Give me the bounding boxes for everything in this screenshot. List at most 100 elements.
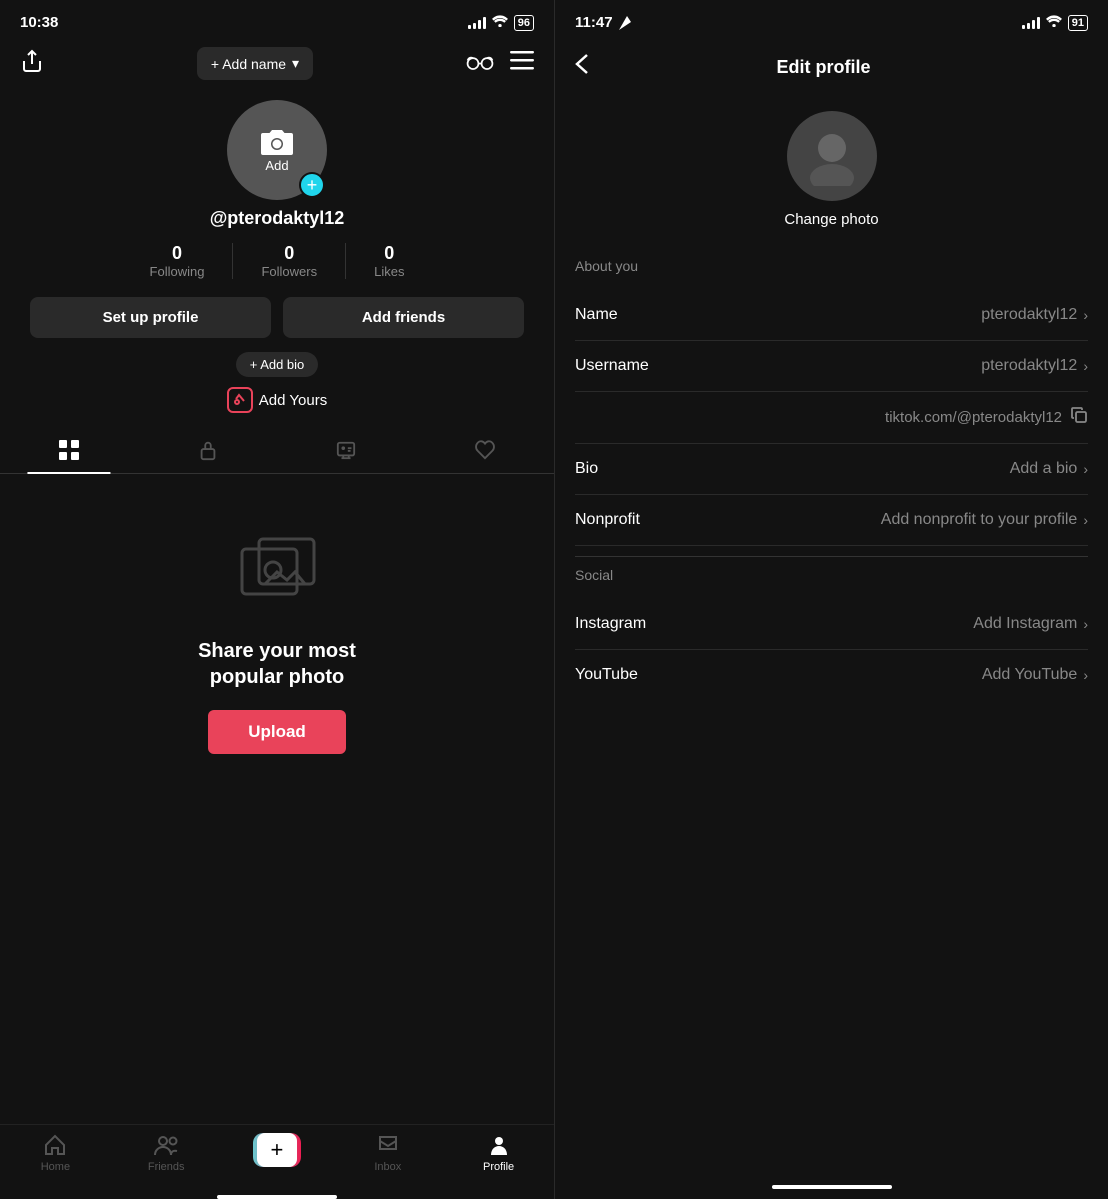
youtube-value: Add YouTube ›	[982, 666, 1088, 684]
username-row[interactable]: Username pterodaktyl12 ›	[575, 341, 1088, 392]
youtube-label: YouTube	[575, 666, 638, 684]
nav-profile[interactable]: Profile	[443, 1133, 554, 1173]
tab-grid[interactable]	[0, 427, 139, 473]
friends-icon	[153, 1133, 179, 1157]
tabs-row	[0, 427, 554, 474]
bio-value: Add a bio ›	[1010, 460, 1088, 478]
tab-liked[interactable]	[416, 427, 555, 473]
nav-profile-label: Profile	[483, 1161, 514, 1173]
menu-button[interactable]	[510, 51, 534, 77]
right-panel: 11:47 91	[554, 0, 1108, 1199]
tab-tagged[interactable]	[277, 427, 416, 473]
camera-icon	[259, 128, 295, 158]
stat-followers[interactable]: 0 Followers	[261, 243, 317, 279]
avatar-person-icon	[802, 126, 862, 186]
battery-left: 96	[514, 15, 534, 31]
plus-create-button[interactable]: +	[253, 1133, 301, 1167]
username-display: @pterodaktyl12	[210, 208, 345, 229]
instagram-value: Add Instagram ›	[973, 615, 1088, 633]
bottom-nav: Home Friends + Inbox	[0, 1124, 554, 1191]
nonprofit-row[interactable]: Nonprofit Add nonprofit to your profile …	[575, 495, 1088, 546]
youtube-row[interactable]: YouTube Add YouTube ›	[575, 650, 1088, 700]
setup-profile-button[interactable]: Set up profile	[30, 297, 271, 338]
name-value: pterodaktyl12 ›	[981, 306, 1088, 324]
photo-placeholder-icon	[237, 534, 317, 618]
change-photo-label[interactable]: Change photo	[784, 211, 878, 228]
instagram-label: Instagram	[575, 615, 646, 633]
section-divider	[575, 556, 1088, 557]
stat-likes[interactable]: 0 Likes	[374, 243, 404, 279]
tiktok-link-row: tiktok.com/@pterodaktyl12	[575, 392, 1088, 444]
username-chevron: ›	[1083, 358, 1088, 374]
nav-friends-label: Friends	[148, 1161, 185, 1173]
share-button[interactable]	[20, 49, 44, 79]
wifi-icon-right	[1046, 15, 1062, 30]
stat-following[interactable]: 0 Following	[150, 243, 205, 279]
time-left: 10:38	[20, 14, 58, 31]
nav-inbox[interactable]: Inbox	[332, 1133, 443, 1173]
status-bar-right: 11:47 91	[555, 0, 1108, 39]
nonprofit-value: Add nonprofit to your profile ›	[881, 511, 1088, 529]
empty-state: Share your most popular photo Upload	[0, 474, 554, 1124]
status-bar-left: 10:38 96	[0, 0, 554, 39]
glasses-icon-button[interactable]	[466, 51, 494, 77]
tiktok-link: tiktok.com/@pterodaktyl12	[885, 409, 1062, 426]
plus-badge[interactable]: +	[299, 172, 325, 198]
add-name-button[interactable]: + Add name ▾	[197, 47, 313, 80]
header-icons	[466, 51, 534, 77]
nav-plus[interactable]: +	[222, 1133, 333, 1173]
profile-section: Add + @pterodaktyl12 0 Following 0 Follo…	[0, 92, 554, 427]
nav-home-label: Home	[41, 1161, 70, 1173]
name-row[interactable]: Name pterodaktyl12 ›	[575, 290, 1088, 341]
nav-friends[interactable]: Friends	[111, 1133, 222, 1173]
status-icons-right: 91	[1022, 15, 1088, 31]
add-yours-row[interactable]: Add Yours	[227, 387, 327, 413]
signal-left	[468, 17, 486, 29]
nonprofit-chevron: ›	[1083, 512, 1088, 528]
stats-row: 0 Following 0 Followers 0 Likes	[150, 243, 405, 279]
add-bio-button[interactable]: + Add bio	[236, 352, 319, 377]
edit-avatar-circle[interactable]	[787, 111, 877, 201]
nav-inbox-label: Inbox	[374, 1161, 401, 1173]
copy-icon[interactable]	[1070, 406, 1088, 429]
status-icons-left: 96	[468, 15, 534, 31]
bio-label: Bio	[575, 460, 598, 478]
stat-divider-1	[232, 243, 233, 279]
battery-right: 91	[1068, 15, 1088, 31]
inbox-icon	[376, 1133, 400, 1157]
nav-home[interactable]: Home	[0, 1133, 111, 1173]
time-right: 11:47	[575, 14, 613, 31]
bio-chevron: ›	[1083, 461, 1088, 477]
add-photo-label: Add	[265, 158, 288, 173]
avatar-container: Add +	[227, 100, 327, 200]
nonprofit-label: Nonprofit	[575, 511, 640, 529]
username-label: Username	[575, 357, 649, 375]
edit-profile-header: Edit profile	[555, 39, 1108, 91]
left-panel: 10:38 96	[0, 0, 554, 1199]
empty-title: Share your most popular photo	[198, 638, 356, 690]
username-value: pterodaktyl12 ›	[981, 357, 1088, 375]
location-arrow-icon	[619, 16, 631, 30]
signal-right	[1022, 17, 1040, 29]
add-friends-button[interactable]: Add friends	[283, 297, 524, 338]
about-you-header: About you	[575, 258, 1088, 274]
left-header: + Add name ▾	[0, 39, 554, 92]
bio-row[interactable]: Bio Add a bio ›	[575, 444, 1088, 495]
home-icon	[43, 1133, 67, 1157]
action-buttons: Set up profile Add friends	[20, 297, 534, 338]
tab-private[interactable]	[139, 427, 278, 473]
upload-button[interactable]: Upload	[208, 710, 346, 754]
add-yours-icon	[227, 387, 253, 413]
stat-divider-2	[345, 243, 346, 279]
profile-icon	[487, 1133, 511, 1157]
edit-profile-title: Edit profile	[777, 57, 871, 78]
instagram-row[interactable]: Instagram Add Instagram ›	[575, 599, 1088, 650]
back-button[interactable]	[575, 53, 589, 81]
instagram-chevron: ›	[1083, 616, 1088, 632]
home-indicator-left	[217, 1195, 337, 1199]
social-header: Social	[575, 567, 1088, 583]
name-label: Name	[575, 306, 618, 324]
edit-profile-form: About you Name pterodaktyl12 › Username …	[555, 258, 1108, 1177]
home-indicator-right	[772, 1185, 892, 1189]
edit-avatar-section: Change photo	[555, 91, 1108, 258]
